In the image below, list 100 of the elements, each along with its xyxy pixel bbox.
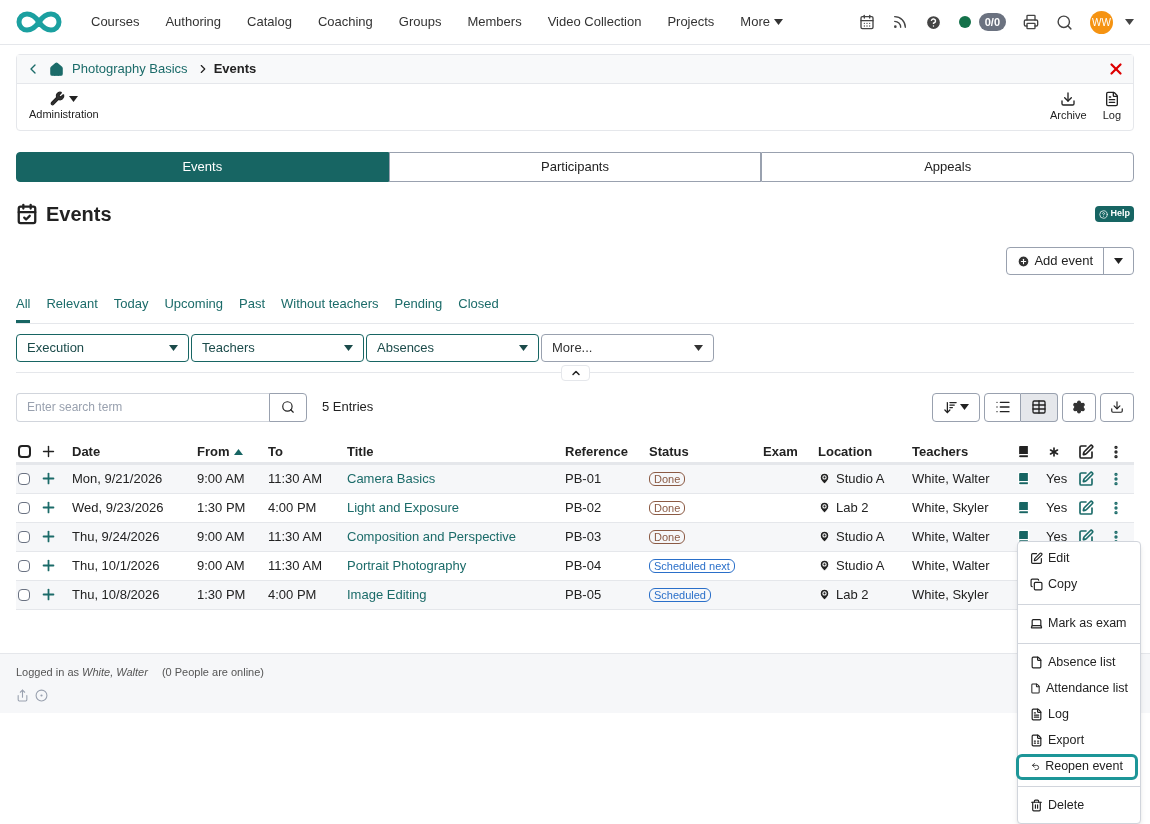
filter-tab[interactable]: Without teachers [281, 294, 379, 323]
menu-item[interactable]: Delete [1018, 792, 1140, 819]
list-view-button[interactable] [984, 392, 1021, 422]
column-header: Reference [565, 442, 629, 461]
row-checkbox[interactable] [18, 559, 30, 572]
nav-link[interactable]: More [727, 12, 796, 32]
select-all-checkbox[interactable] [18, 445, 31, 458]
sort-button[interactable] [932, 392, 980, 422]
event-title-link[interactable]: Image Editing [347, 584, 565, 605]
expand-plus-icon[interactable] [40, 470, 57, 487]
close-icon[interactable] [1107, 60, 1125, 78]
expand-plus-icon[interactable] [40, 499, 57, 516]
nav-link[interactable]: Projects [654, 12, 728, 32]
filter-tab[interactable]: Past [239, 294, 265, 323]
menu-item[interactable]: Attendance list [1018, 675, 1140, 702]
nav-link[interactable]: Courses [78, 12, 153, 32]
row-checkbox[interactable] [18, 501, 30, 514]
table-cell-text: 1:30 PM [197, 498, 247, 517]
expand-plus-icon[interactable] [40, 557, 57, 574]
table-cell-text: 11:30 AM [268, 527, 323, 546]
table-cell-text: Thu, 10/1/2026 [72, 556, 161, 575]
nav-link[interactable]: Catalog [234, 12, 305, 32]
location-pin-icon [818, 501, 831, 514]
event-title-link[interactable]: Composition and Perspective [347, 526, 565, 547]
home-icon[interactable] [49, 61, 64, 77]
rss-icon[interactable] [891, 14, 908, 30]
filter-tab[interactable]: Today [113, 294, 149, 323]
filter-dropdown[interactable]: More... [541, 333, 714, 362]
caret-icon [68, 95, 78, 102]
chat-count-badge[interactable]: 0/0 [978, 12, 1006, 32]
menu-item[interactable]: Log [1018, 701, 1140, 728]
edit-icon[interactable] [1078, 470, 1094, 487]
column-header[interactable]: From [197, 441, 268, 462]
logo-icon[interactable] [16, 11, 62, 33]
plus-circle-icon [1017, 254, 1031, 268]
location-pin-icon [818, 559, 831, 572]
table-cell-text: 9:00 AM [197, 469, 246, 488]
filter-dropdown[interactable]: Absences [366, 333, 539, 362]
filter-tab[interactable]: All [16, 294, 31, 323]
segment-tab[interactable]: Participants [388, 152, 762, 182]
search-button[interactable] [269, 392, 307, 422]
help-icon[interactable] [924, 13, 942, 31]
calendar-icon[interactable] [858, 14, 875, 30]
table-icon [1031, 399, 1047, 415]
archive-button[interactable]: Archive [1049, 90, 1087, 124]
expand-plus-icon[interactable] [40, 586, 57, 603]
nav-link[interactable]: Coaching [304, 12, 386, 32]
plus-icon[interactable] [40, 443, 57, 460]
search-icon[interactable] [1056, 13, 1073, 31]
table-cell-text: Studio A [836, 527, 885, 546]
table-cell-text: Studio A [836, 556, 885, 575]
administration-button[interactable]: Administration [29, 91, 99, 123]
status-badge: Done [649, 529, 686, 544]
caret-icon [773, 19, 783, 25]
filter-tab[interactable]: Upcoming [164, 294, 223, 323]
menu-item[interactable]: Edit [1018, 545, 1140, 572]
row-checkbox[interactable] [18, 472, 30, 485]
nav-link[interactable]: Authoring [152, 12, 235, 32]
column-header: Date [72, 442, 102, 461]
breadcrumb-link[interactable]: Photography Basics [72, 59, 188, 79]
log-button[interactable]: Log [1102, 90, 1121, 124]
segment-tab[interactable]: Events [16, 152, 389, 182]
help-button[interactable]: Help [1095, 206, 1134, 222]
table-view-button[interactable] [1021, 392, 1058, 422]
book-icon[interactable] [1016, 471, 1031, 486]
column-header: To [268, 442, 284, 461]
row-checkbox[interactable] [18, 530, 30, 543]
event-title-link[interactable]: Camera Basics [347, 468, 565, 489]
online-count: (0 People are online) [161, 664, 264, 680]
table-cell-text: 4:00 PM [268, 498, 318, 517]
search-icon [281, 400, 295, 414]
print-icon[interactable] [1023, 14, 1039, 30]
filter-tab[interactable]: Closed [458, 294, 499, 323]
menu-item[interactable]: Reopen event [1016, 753, 1138, 780]
search-field[interactable]: Enter search term [16, 392, 269, 422]
menu-item[interactable]: Absence list [1018, 649, 1140, 676]
settings-button[interactable] [1062, 392, 1096, 422]
nav-link[interactable]: Groups [385, 12, 455, 32]
filter-dropdown[interactable]: Execution [16, 333, 189, 362]
download-button[interactable] [1100, 392, 1134, 422]
edit-icon[interactable] [1078, 499, 1094, 516]
book-icon[interactable] [1016, 500, 1031, 515]
nav-link[interactable]: Members [454, 12, 535, 32]
segment-tab[interactable]: Appeals [761, 152, 1134, 182]
filter-tab[interactable]: Relevant [46, 294, 98, 323]
column-header: Location [818, 442, 874, 461]
event-title-link[interactable]: Portrait Photography [347, 555, 565, 576]
menu-item[interactable]: Mark as exam [1018, 610, 1140, 637]
menu-item[interactable]: Copy [1018, 571, 1140, 598]
row-checkbox[interactable] [18, 588, 30, 601]
table-cell-text: PB-05 [565, 585, 603, 604]
event-title-link[interactable]: Light and Exposure [347, 497, 565, 518]
collapse-button[interactable] [561, 364, 590, 381]
menu-item[interactable]: Export [1018, 727, 1140, 754]
caret-icon [344, 344, 353, 351]
filter-dropdown[interactable]: Teachers [191, 333, 364, 362]
filter-tab[interactable]: Pending [394, 294, 443, 323]
add-event-button[interactable]: Add event [1007, 248, 1103, 274]
nav-link[interactable]: Video Collection [534, 12, 655, 32]
expand-plus-icon[interactable] [40, 528, 57, 545]
